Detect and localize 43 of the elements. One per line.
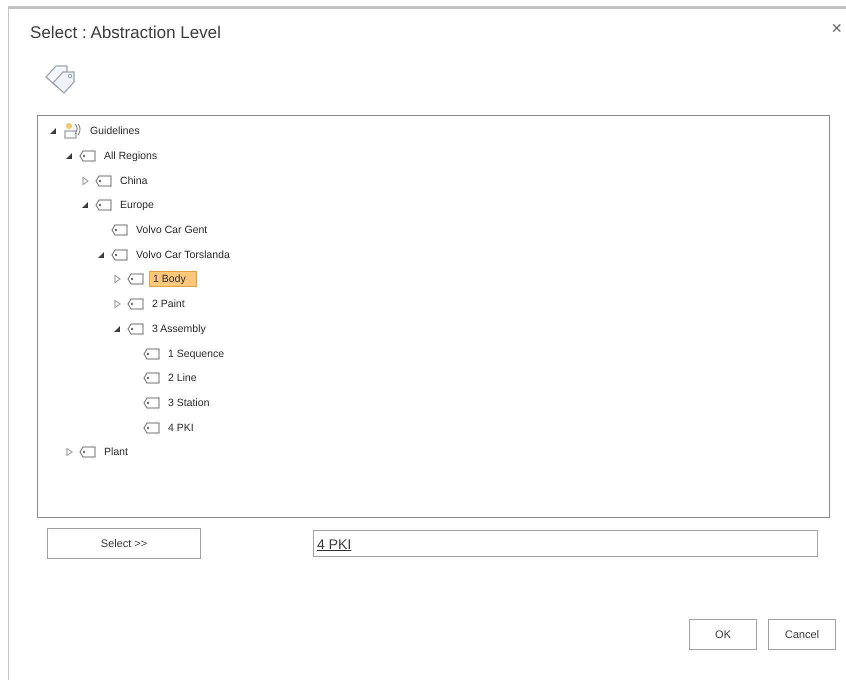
collapse-icon[interactable] <box>50 127 56 136</box>
tree-item[interactable]: 1 Sequence <box>165 346 228 361</box>
term-store-icon <box>63 122 83 140</box>
expand-icon[interactable] <box>114 275 120 284</box>
tree-item[interactable]: Volvo Car Torslanda <box>133 248 233 262</box>
collapse-icon[interactable] <box>82 201 88 210</box>
tag-icon <box>95 174 113 187</box>
expand-icon[interactable] <box>82 176 88 185</box>
tree-item[interactable]: Europe <box>117 198 157 212</box>
selection-field[interactable]: 4 PKI <box>313 530 818 557</box>
tag-icon <box>143 422 161 434</box>
tree-item[interactable]: Guidelines <box>87 124 143 138</box>
expand-icon[interactable] <box>114 300 120 308</box>
tree-item[interactable]: 2 Line <box>165 371 200 386</box>
tag-icon <box>95 199 113 212</box>
collapse-icon[interactable] <box>98 250 104 259</box>
tag-icon <box>111 224 129 236</box>
tag-icon <box>127 298 145 310</box>
tree-item[interactable]: 2 Paint <box>149 297 188 312</box>
select-button[interactable]: Select >> <box>47 528 201 559</box>
tree-item[interactable]: Volvo Car Gent <box>133 223 210 238</box>
tree-item[interactable]: China <box>117 174 150 188</box>
tree-item[interactable]: Plant <box>101 445 131 460</box>
ok-button[interactable]: OK <box>689 619 757 650</box>
collapse-icon[interactable] <box>114 324 120 333</box>
tag-icon <box>127 273 145 286</box>
tag-icon <box>79 446 97 458</box>
tag-icon <box>79 150 97 162</box>
cancel-button[interactable]: Cancel <box>768 619 836 650</box>
tag-icon <box>143 372 161 384</box>
tag-icon <box>143 348 161 360</box>
tree-item[interactable]: All Regions <box>101 149 160 164</box>
expand-icon[interactable] <box>66 448 72 456</box>
tag-icon <box>127 322 145 335</box>
tag-icon <box>111 248 129 261</box>
tree-item[interactable]: 1 Body <box>149 271 197 288</box>
tag-icon <box>143 396 161 409</box>
tree-item[interactable]: 4 PKI <box>165 420 197 435</box>
collapse-icon[interactable] <box>66 152 72 160</box>
dialog-title: Select : Abstraction Level <box>30 23 221 43</box>
close-button[interactable]: × <box>831 18 842 38</box>
tree-item[interactable]: 3 Station <box>165 396 212 410</box>
tree-item[interactable]: 3 Assembly <box>149 322 209 336</box>
